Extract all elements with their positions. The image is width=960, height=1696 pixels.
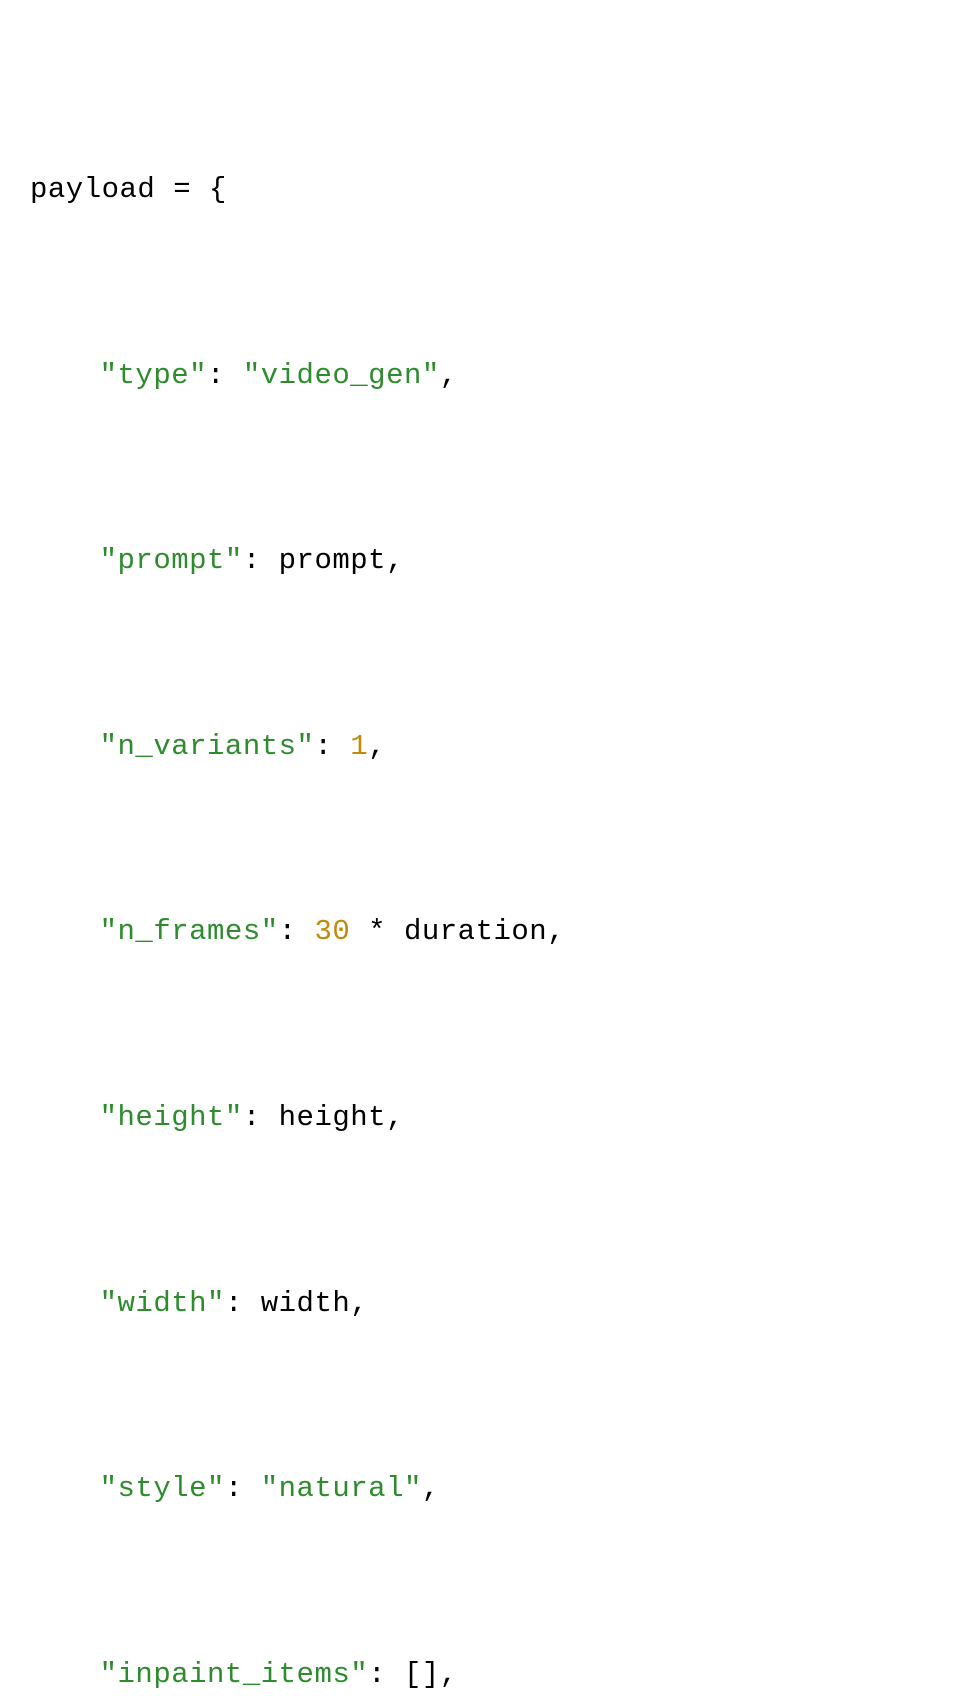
comma: , <box>386 1101 404 1134</box>
code-line: "prompt": prompt, <box>30 538 930 584</box>
key-sep: : <box>279 915 315 948</box>
dict-value-num: 30 <box>314 915 350 948</box>
dict-key: "n_frames" <box>100 915 279 948</box>
dict-value: "video_gen" <box>243 359 440 392</box>
dict-key: "inpaint_items" <box>100 1658 369 1691</box>
key-sep: : <box>314 730 350 763</box>
key-sep: : <box>225 1472 261 1505</box>
code-line: "n_frames": 30 * duration, <box>30 909 930 955</box>
dict-value-rest: * duration <box>350 915 547 948</box>
dict-value: width <box>261 1287 351 1320</box>
code-line: "inpaint_items": [], <box>30 1652 930 1696</box>
comma: , <box>350 1287 368 1320</box>
dict-value: 1 <box>350 730 368 763</box>
comma: , <box>422 1472 440 1505</box>
code-line: "width": width, <box>30 1281 930 1327</box>
comma: , <box>547 915 565 948</box>
key-sep: : <box>243 1101 279 1134</box>
dict-key: "height" <box>100 1101 243 1134</box>
dict-key: "n_variants" <box>100 730 315 763</box>
key-sep: : <box>207 359 243 392</box>
dict-value: "natural" <box>261 1472 422 1505</box>
dict-key: "width" <box>100 1287 225 1320</box>
dict-value: prompt <box>279 544 386 577</box>
code-line: "height": height, <box>30 1095 930 1141</box>
code-line: "style": "natural", <box>30 1466 930 1512</box>
key-sep: : <box>243 544 279 577</box>
assign-eq: = <box>155 173 209 206</box>
dict-key: "style" <box>100 1472 225 1505</box>
key-sep: : <box>368 1658 404 1691</box>
comma: , <box>368 730 386 763</box>
brace-open: { <box>209 173 227 206</box>
dict-value: height <box>279 1101 386 1134</box>
comma: , <box>440 359 458 392</box>
dict-value: [] <box>404 1658 440 1691</box>
code-line: "n_variants": 1, <box>30 724 930 770</box>
code-block[interactable]: payload = { "type": "video_gen", "prompt… <box>30 28 930 1696</box>
key-sep: : <box>225 1287 261 1320</box>
code-line: payload = { <box>30 167 930 213</box>
dict-key: "prompt" <box>100 544 243 577</box>
assign-target: payload <box>30 173 155 206</box>
comma: , <box>386 544 404 577</box>
code-line: "type": "video_gen", <box>30 353 930 399</box>
comma: , <box>440 1658 458 1691</box>
dict-key: "type" <box>100 359 207 392</box>
